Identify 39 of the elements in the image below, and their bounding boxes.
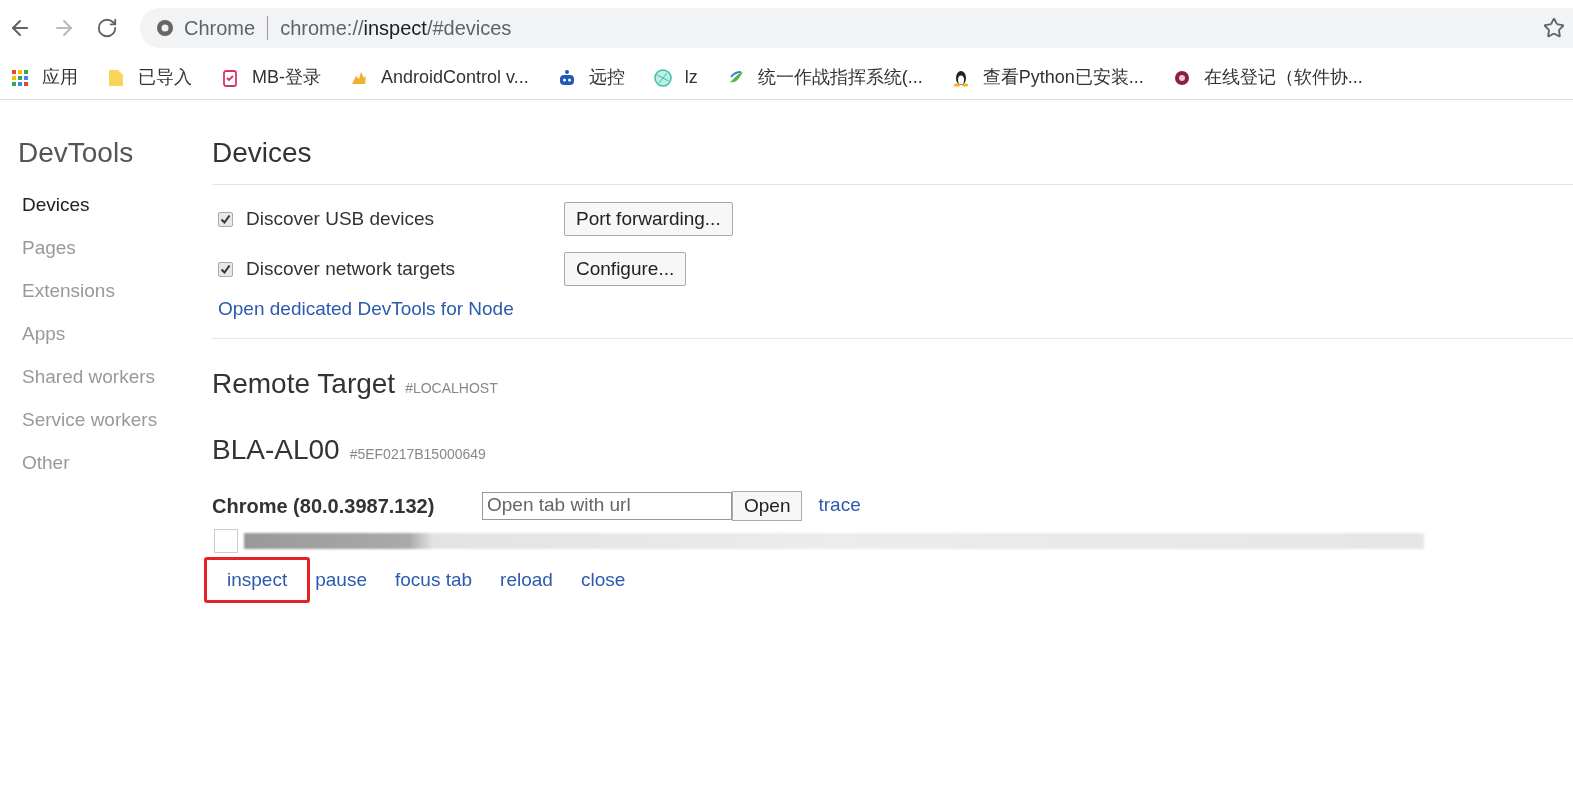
apps-grid-icon [10, 67, 30, 88]
option-button[interactable]: Configure... [564, 252, 687, 286]
bookmark-item[interactable]: 在线登记（软件协... [1171, 64, 1363, 91]
reload-icon[interactable] [96, 17, 118, 39]
sidebar-title: DevTools [18, 136, 135, 170]
checkbox[interactable] [218, 211, 233, 227]
device-name: BLA-AL00 [212, 432, 340, 467]
url-input[interactable]: Open tab with url [482, 491, 732, 520]
sidebar-item[interactable]: Devices [18, 192, 212, 235]
device-serial: #5EF0217B15000649 [349, 444, 486, 464]
bookmark-item[interactable]: 应用 [10, 64, 78, 91]
bookmark-item[interactable]: 远控 [556, 64, 625, 91]
bookmark-item[interactable]: AndroidControl v... [349, 64, 529, 91]
trace-link[interactable]: trace [818, 491, 861, 520]
checkbox[interactable] [218, 261, 233, 277]
host-tag: #LOCALHOST [405, 377, 498, 399]
bookmark-item[interactable]: MB-登录 [220, 64, 321, 91]
action-link[interactable]: inspect [204, 556, 311, 603]
bookmark-item[interactable]: 统一作战指挥系统(... [725, 64, 923, 91]
bookmark-item[interactable]: lz [652, 64, 698, 91]
browser-version: Chrome (80.0.3987.132) [212, 493, 436, 519]
section-title: Remote Target [212, 366, 396, 401]
clipboard-check-icon [220, 67, 240, 88]
page-title: Devices [212, 136, 313, 170]
folder-icon [106, 67, 126, 88]
page-thumbnail [214, 528, 238, 553]
node-devtools-link[interactable]: Open dedicated DevTools for Node [218, 298, 514, 319]
site-label: Chrome [184, 16, 256, 41]
option-button[interactable]: Port forwarding... [564, 202, 733, 236]
url-text: chrome://inspect/#devices [280, 16, 512, 41]
checkbox-label: Discover USB devices [246, 206, 435, 231]
address-bar[interactable]: Chrome chrome://inspect/#devices [140, 8, 1573, 48]
open-button[interactable]: Open [732, 490, 803, 521]
checkbox-label: Discover network targets [246, 256, 457, 281]
bookmark-item[interactable]: 已导入 [106, 64, 192, 91]
globe-icon [652, 67, 673, 88]
bookmark-star-icon[interactable] [1543, 17, 1565, 39]
bookmark-item[interactable]: 查看Python已安装... [950, 64, 1144, 91]
chrome-logo-icon [156, 19, 174, 37]
